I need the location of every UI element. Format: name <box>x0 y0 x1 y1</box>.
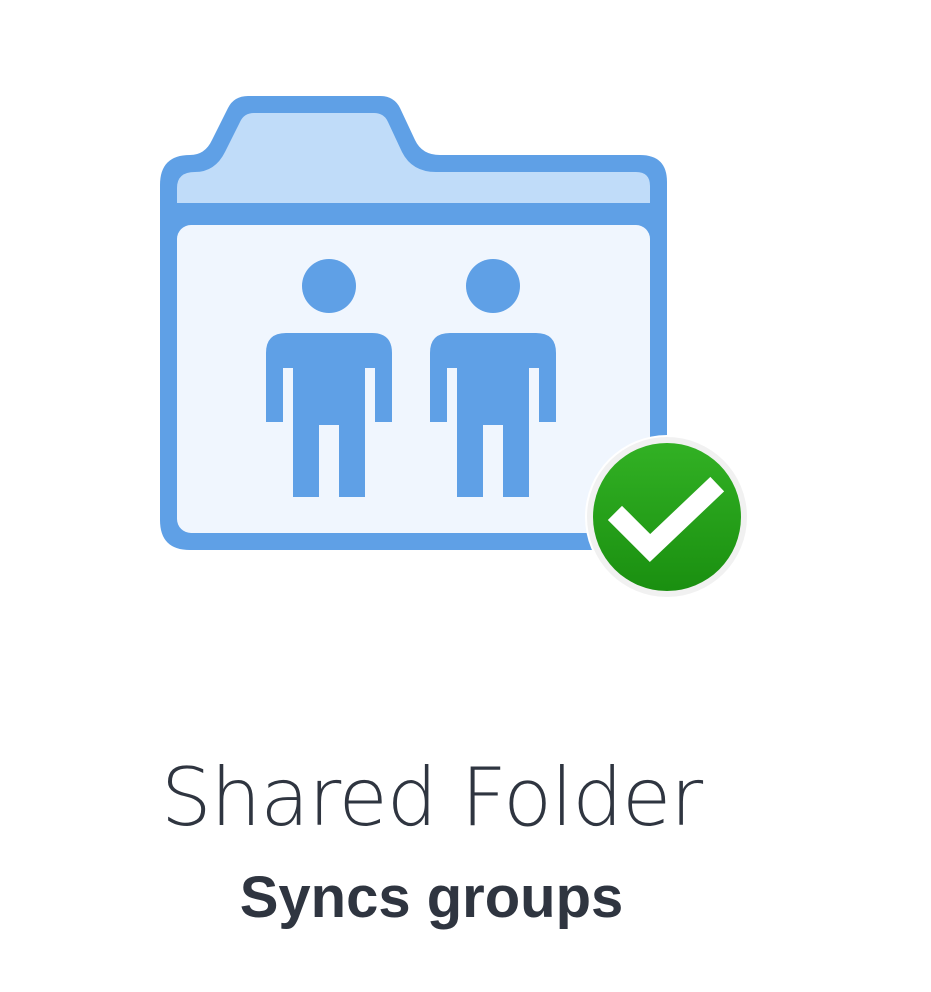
item-title: Shared Folder <box>160 751 703 844</box>
item-subtitle: Syncs groups <box>239 865 624 930</box>
shared-folder-icon <box>160 96 667 550</box>
sync-complete-checkmark-icon <box>585 435 749 599</box>
shared-folder-graphic <box>0 0 931 640</box>
